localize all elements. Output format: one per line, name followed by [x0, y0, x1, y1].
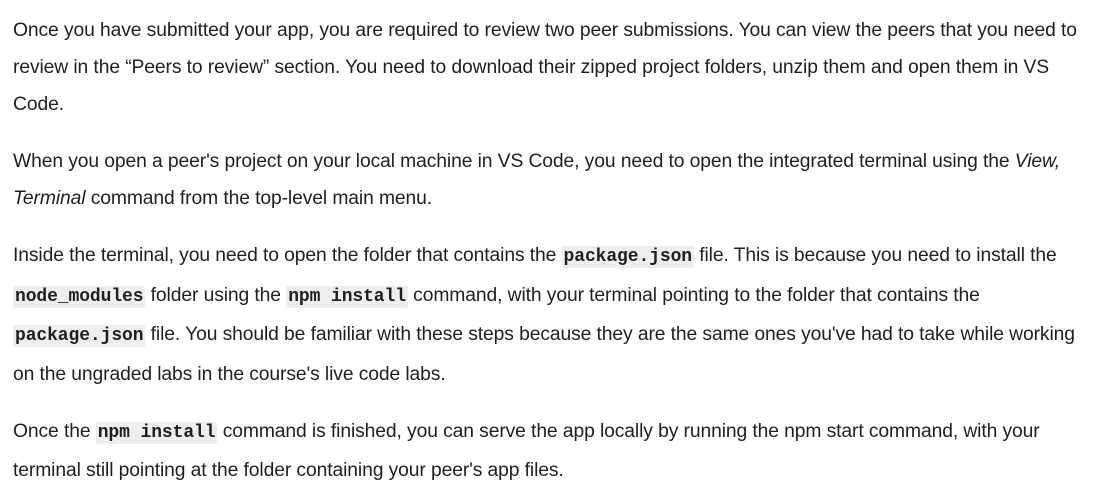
paragraph-text: command from the top-level main menu.	[85, 188, 433, 209]
code-npm-install: npm install	[286, 285, 408, 308]
paragraph-submit-review: Once you have submitted your app, you ar…	[13, 20, 1077, 115]
paragraph-serve-app: Once the npm install command is finished…	[13, 413, 1101, 489]
instructions-content: Once you have submitted your app, you ar…	[0, 0, 1111, 489]
paragraph-open-terminal: When you open a peer's project on your l…	[13, 143, 1101, 217]
paragraph-npm-install: Inside the terminal, you need to open th…	[13, 237, 1101, 393]
code-package-json: package.json	[561, 246, 694, 268]
code-node-modules: node_modules	[13, 285, 146, 308]
paragraph-text: When you open a peer's project on your l…	[13, 151, 1015, 172]
code-package-json: package.json	[13, 325, 146, 347]
paragraph-text: file. You should be familiar with these …	[13, 324, 1075, 385]
paragraph-text: folder using the	[145, 284, 287, 306]
paragraph-text: command, with your terminal pointing to …	[407, 284, 980, 306]
paragraph-text: file. This is because you need to instal…	[693, 245, 1057, 266]
code-npm-install: npm install	[95, 422, 218, 444]
paragraph-text: Once the	[13, 421, 96, 442]
paragraph-text: Inside the terminal, you need to open th…	[13, 245, 562, 266]
